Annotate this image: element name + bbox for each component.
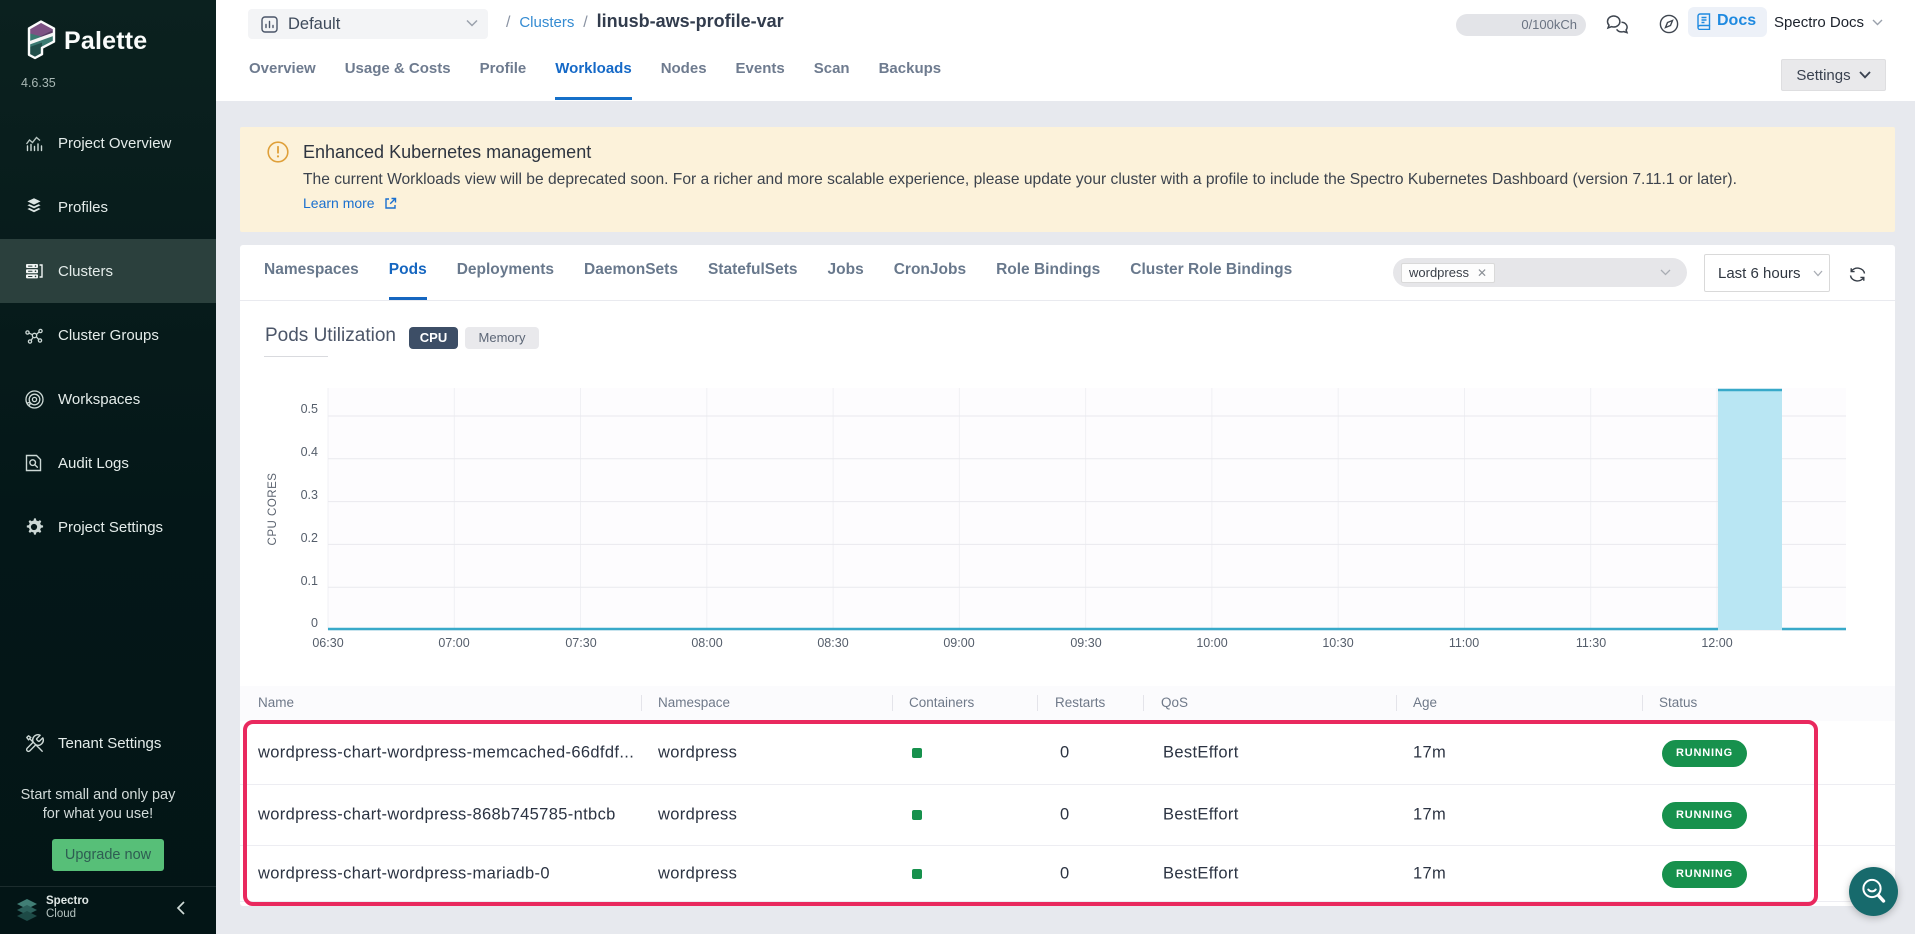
svg-text:09:00: 09:00: [943, 636, 974, 650]
svg-text:0.2: 0.2: [301, 531, 318, 545]
svg-text:08:30: 08:30: [817, 636, 848, 650]
svg-text:11:00: 11:00: [1449, 636, 1479, 650]
svg-text:0.4: 0.4: [301, 445, 318, 459]
svg-text:10:30: 10:30: [1322, 636, 1353, 650]
svg-text:0.3: 0.3: [301, 488, 318, 502]
svg-text:07:00: 07:00: [438, 636, 469, 650]
svg-text:09:30: 09:30: [1070, 636, 1101, 650]
svg-text:08:00: 08:00: [691, 636, 722, 650]
svg-text:11:30: 11:30: [1576, 636, 1606, 650]
svg-text:0: 0: [311, 616, 318, 630]
svg-text:12:00: 12:00: [1701, 636, 1732, 650]
svg-text:0.1: 0.1: [301, 574, 318, 588]
svg-text:0.5: 0.5: [301, 402, 318, 416]
svg-text:07:30: 07:30: [565, 636, 596, 650]
svg-text:CPU CORES: CPU CORES: [267, 473, 279, 546]
svg-text:10:00: 10:00: [1196, 636, 1227, 650]
svg-text:06:30: 06:30: [312, 636, 343, 650]
